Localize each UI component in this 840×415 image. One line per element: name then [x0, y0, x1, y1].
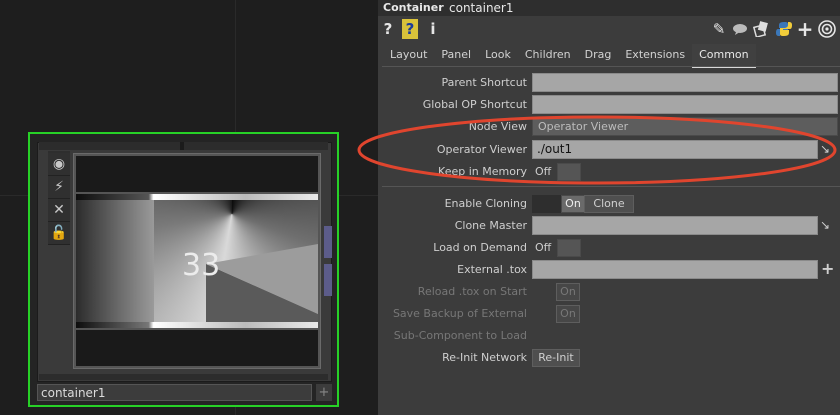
- param-global-op-shortcut: Global OP Shortcut: [378, 94, 840, 116]
- external-tox-field[interactable]: [532, 260, 818, 279]
- param-label: Re-Init Network: [442, 351, 527, 364]
- operator-type: Container: [383, 1, 444, 14]
- operator-name[interactable]: container1: [449, 1, 514, 15]
- param-clone-master: Clone Master ↘: [378, 215, 840, 237]
- param-sub-component: Sub-Component to Load: [378, 325, 840, 347]
- param-label: Sub-Component to Load: [393, 329, 527, 342]
- node-input-connector[interactable]: [324, 226, 332, 258]
- param-save-backup: Save Backup of External On: [378, 303, 840, 325]
- param-label: Enable Cloning: [444, 197, 527, 210]
- toggle-box[interactable]: [557, 239, 581, 257]
- python-icon[interactable]: [775, 19, 793, 39]
- help-icon[interactable]: ?: [382, 19, 394, 39]
- param-label: Node View: [468, 120, 527, 133]
- node-add-button[interactable]: +: [316, 384, 332, 401]
- target-icon[interactable]: [818, 19, 836, 39]
- file-browse-icon[interactable]: +: [821, 259, 834, 278]
- param-keep-in-memory: Keep in Memory Off: [378, 161, 840, 183]
- tab-children[interactable]: Children: [518, 44, 578, 66]
- tab-layout[interactable]: Layout: [383, 44, 434, 66]
- pencil-icon[interactable]: ✎: [711, 19, 727, 39]
- viewer-black-bar-bottom: [76, 330, 318, 366]
- reinit-button[interactable]: Re-Init: [532, 349, 580, 367]
- section-divider: [382, 186, 840, 187]
- panel-header: Container container1: [378, 0, 840, 16]
- toggle-box[interactable]: [557, 163, 581, 181]
- node-view-dropdown[interactable]: Operator Viewer: [532, 117, 838, 136]
- param-label: External .tox: [457, 263, 527, 276]
- info-icon[interactable]: i: [428, 19, 438, 39]
- lock-icon[interactable]: 🔓: [48, 222, 70, 245]
- tab-drag[interactable]: Drag: [578, 44, 619, 66]
- node-bottom-bar: [39, 374, 328, 380]
- node-viewer[interactable]: 33: [73, 153, 321, 369]
- param-parent-shortcut: Parent Shortcut: [378, 72, 840, 94]
- param-label: Operator Viewer: [436, 143, 527, 156]
- image-strip-top: [76, 194, 318, 200]
- toggle-state: Off: [535, 241, 552, 254]
- drag-arrow-icon[interactable]: ↘: [820, 142, 830, 156]
- param-node-view: Node View Operator Viewer: [378, 116, 840, 138]
- parent-shortcut-field[interactable]: [532, 73, 838, 92]
- drag-arrow-icon[interactable]: ↘: [820, 218, 830, 232]
- viewer-number: 33: [182, 248, 221, 283]
- viewer-image: 33: [76, 194, 318, 328]
- tab-extensions[interactable]: Extensions: [618, 44, 692, 66]
- bypass-icon[interactable]: ⚡: [48, 176, 70, 199]
- close-icon[interactable]: ✕: [48, 199, 70, 222]
- node-name-label[interactable]: container1: [37, 384, 312, 401]
- node-top-bar-divider: [180, 142, 184, 150]
- tab-look[interactable]: Look: [478, 44, 518, 66]
- parameter-tabs: Layout Panel Look Children Drag Extensions Com…: [383, 44, 840, 68]
- python-help-icon[interactable]: ?: [402, 19, 418, 39]
- viewer-icon[interactable]: ◉: [48, 153, 70, 176]
- viewer-black-bar-top: [76, 156, 318, 192]
- toggle-state: Off: [535, 165, 552, 178]
- load-on-demand-toggle[interactable]: Off: [532, 239, 581, 257]
- param-enable-cloning: Enable Cloning On Clone: [378, 193, 840, 215]
- param-label: Reload .tox on Start: [417, 285, 527, 298]
- param-label: Load on Demand: [433, 241, 527, 254]
- comment-icon[interactable]: [731, 19, 749, 39]
- parameter-panel: Container container1 ? ? i ✎ + Layout Pan…: [378, 0, 840, 415]
- image-strip-bottom: [76, 322, 318, 328]
- network-editor[interactable]: ◉ ⚡ ✕ 🔓 33 container1 +: [0, 0, 378, 415]
- toggle-off-part: [532, 195, 561, 213]
- param-load-on-demand: Load on Demand Off: [378, 237, 840, 259]
- param-label: Parent Shortcut: [441, 76, 527, 89]
- param-label: Clone Master: [454, 219, 527, 232]
- param-reinit-network: Re-Init Network Re-Init: [378, 347, 840, 369]
- tab-common[interactable]: Common: [692, 44, 756, 68]
- global-op-shortcut-field[interactable]: [532, 95, 838, 114]
- param-reload-tox: Reload .tox on Start On: [378, 281, 840, 303]
- toggle-state[interactable]: On: [561, 195, 585, 213]
- tab-panel[interactable]: Panel: [434, 44, 478, 66]
- operator-viewer-field[interactable]: ./out1: [532, 140, 818, 159]
- clone-icon[interactable]: [752, 19, 770, 39]
- container-node[interactable]: ◉ ⚡ ✕ 🔓 33 container1 +: [28, 132, 339, 407]
- save-backup-toggle[interactable]: On: [556, 305, 580, 323]
- node-output-connector[interactable]: [324, 264, 332, 296]
- param-operator-viewer: Operator Viewer ./out1 ↘: [378, 139, 840, 161]
- clone-button[interactable]: Clone: [584, 195, 634, 213]
- keep-in-memory-toggle[interactable]: Off: [532, 163, 581, 181]
- clone-master-field[interactable]: [532, 216, 818, 235]
- param-label: Keep in Memory: [438, 165, 527, 178]
- reload-tox-toggle[interactable]: On: [556, 283, 580, 301]
- tab-underline: [382, 66, 840, 67]
- param-label: Save Backup of External: [392, 307, 527, 320]
- enable-cloning-toggle[interactable]: On: [532, 195, 585, 213]
- panel-toolbar: ? ? i ✎ +: [378, 16, 840, 42]
- plus-icon[interactable]: +: [797, 17, 814, 41]
- param-label: Global OP Shortcut: [422, 98, 527, 111]
- param-external-tox: External .tox +: [378, 259, 840, 281]
